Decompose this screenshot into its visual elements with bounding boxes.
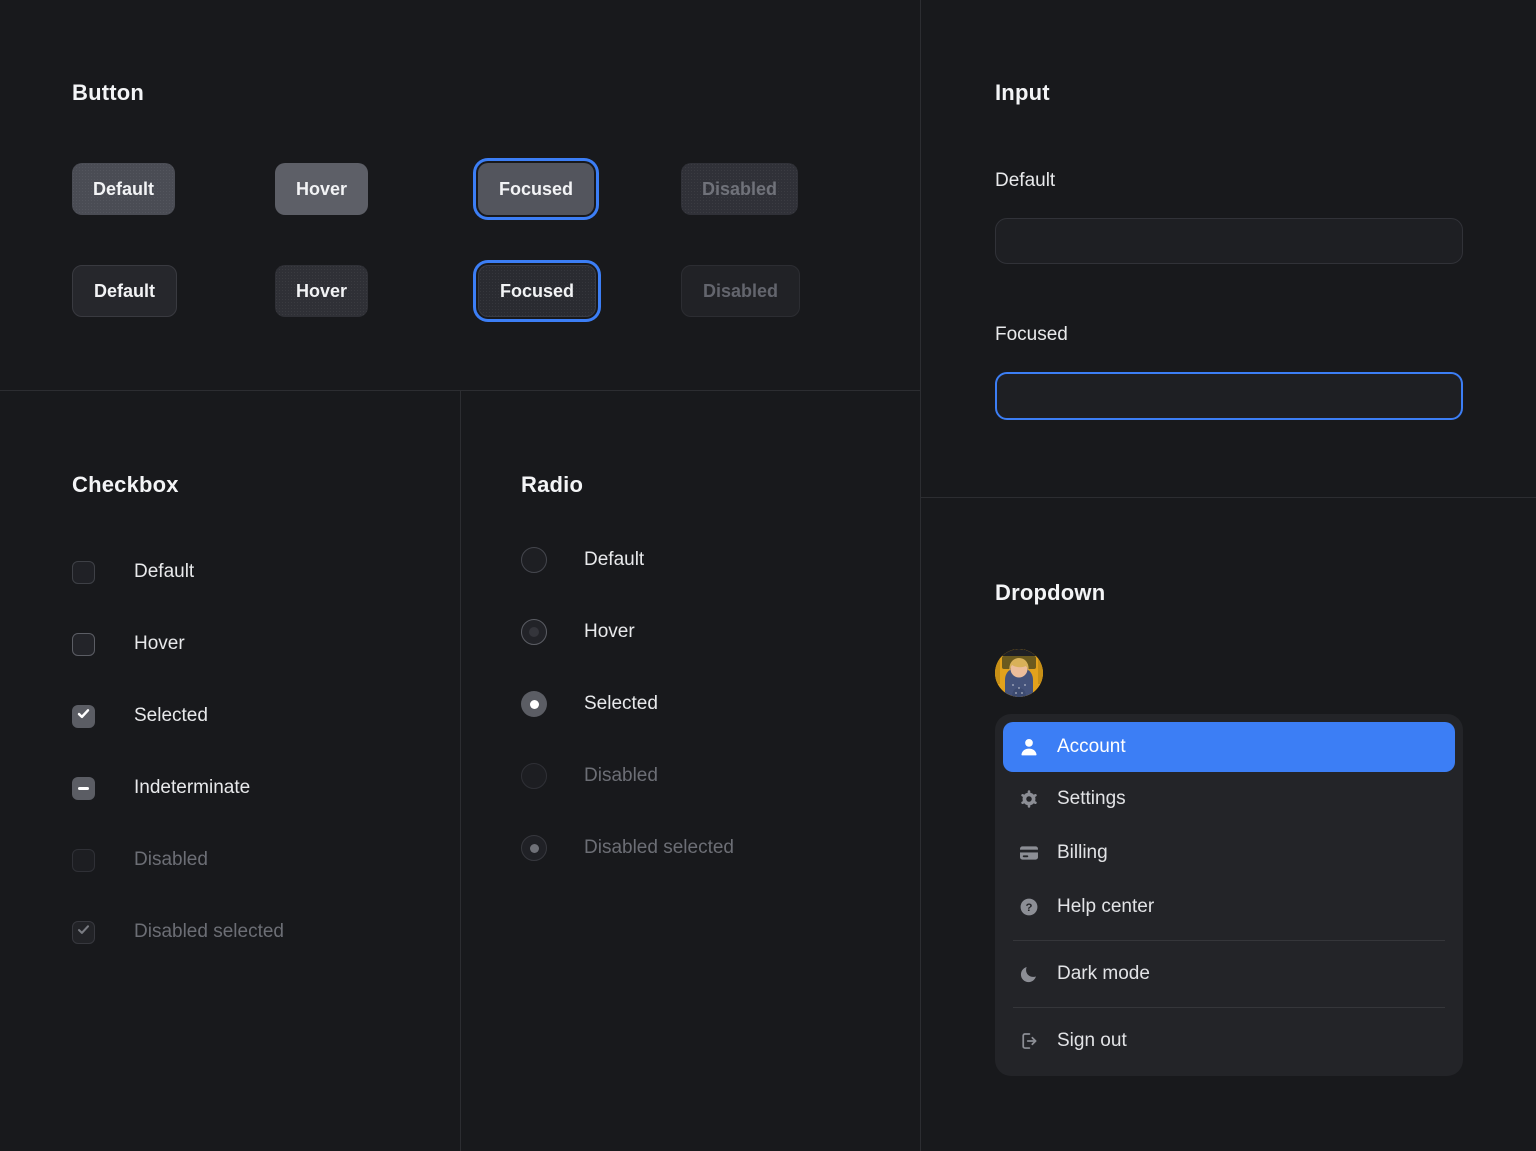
input-section: Input Default Focused (995, 80, 1463, 420)
checkbox-disabled-selected (72, 921, 95, 944)
checkbox-default[interactable] (72, 561, 95, 584)
user-avatar[interactable] (995, 649, 1043, 697)
gear-icon (1018, 788, 1040, 810)
menu-item-label: Account (1057, 736, 1126, 758)
menu-item-account[interactable]: Account (1003, 722, 1455, 772)
section-title-checkbox: Checkbox (72, 472, 284, 498)
checkbox-row-hover: Hover (72, 632, 284, 656)
menu-divider (1013, 1007, 1445, 1008)
button-ghost-hover[interactable]: Hover (275, 265, 368, 317)
button-ghost-disabled: Disabled (681, 265, 800, 317)
checkbox-row-disabled-selected: Disabled selected (72, 920, 284, 944)
radio-row-selected: Selected (521, 691, 734, 717)
checkbox-row-selected: Selected (72, 704, 284, 728)
menu-item-label: Billing (1057, 842, 1108, 864)
dash-icon (78, 787, 89, 790)
radio-hover[interactable] (521, 619, 547, 645)
check-icon (76, 922, 91, 942)
checkbox-label: Hover (134, 633, 185, 655)
checkbox-indeterminate[interactable] (72, 777, 95, 800)
avatar-image (995, 649, 1043, 697)
radio-disabled-selected (521, 835, 547, 861)
text-input-focused[interactable] (995, 372, 1463, 420)
moon-icon (1018, 963, 1040, 985)
button-section: Button Default Hover Focused Disabled De… (72, 80, 884, 317)
radio-list: Default Hover Selected Disabled Disabled… (521, 547, 734, 861)
credit-card-icon (1018, 842, 1040, 864)
menu-item-settings[interactable]: Settings (1003, 772, 1455, 826)
menu-item-billing[interactable]: Billing (1003, 826, 1455, 880)
button-solid-disabled: Disabled (681, 163, 798, 215)
component-showcase: Button Default Hover Focused Disabled De… (0, 0, 1536, 1151)
section-title-input: Input (995, 80, 1463, 106)
dropdown-section: Dropdown (995, 580, 1463, 1076)
radio-row-hover: Hover (521, 619, 734, 645)
checkbox-label: Disabled (134, 849, 208, 871)
input-label-default: Default (995, 170, 1463, 192)
sign-out-icon (1018, 1030, 1040, 1052)
radio-default[interactable] (521, 547, 547, 573)
button-solid-hover[interactable]: Hover (275, 163, 368, 215)
menu-item-help-center[interactable]: ? Help center (1003, 880, 1455, 934)
section-title-button: Button (72, 80, 884, 106)
checkbox-label: Disabled selected (134, 921, 284, 943)
input-label-focused: Focused (995, 324, 1463, 346)
radio-dot (530, 700, 539, 709)
checkbox-disabled (72, 849, 95, 872)
menu-divider (1013, 940, 1445, 941)
radio-row-disabled: Disabled (521, 763, 734, 789)
menu-item-label: Help center (1057, 896, 1154, 918)
radio-row-default: Default (521, 547, 734, 573)
menu-item-dark-mode[interactable]: Dark mode (1003, 947, 1455, 1001)
radio-label: Disabled selected (584, 837, 734, 859)
divider-vertical-left (460, 390, 461, 1151)
checkbox-hover[interactable] (72, 633, 95, 656)
checkbox-row-disabled: Disabled (72, 848, 284, 872)
svg-text:?: ? (1026, 902, 1033, 914)
radio-label: Default (584, 549, 644, 571)
help-circle-icon: ? (1018, 896, 1040, 918)
text-input-default[interactable] (995, 218, 1463, 264)
button-solid-focused[interactable]: Focused (478, 163, 594, 215)
radio-disabled (521, 763, 547, 789)
checkbox-section: Checkbox Default Hover Selected In (72, 472, 284, 992)
button-ghost-default[interactable]: Default (72, 265, 177, 317)
menu-item-label: Sign out (1057, 1030, 1127, 1052)
checkbox-list: Default Hover Selected Indeterminate (72, 560, 284, 944)
checkbox-row-default: Default (72, 560, 284, 584)
radio-dot (529, 627, 539, 637)
section-title-radio: Radio (521, 472, 734, 498)
radio-label: Selected (584, 693, 658, 715)
radio-section: Radio Default Hover Selected Disabled Di… (521, 472, 734, 907)
check-icon (76, 706, 91, 726)
checkbox-label: Selected (134, 705, 208, 727)
checkbox-row-indeterminate: Indeterminate (72, 776, 284, 800)
checkbox-label: Indeterminate (134, 777, 250, 799)
button-ghost-focused[interactable]: Focused (478, 265, 596, 317)
button-solid-default[interactable]: Default (72, 163, 175, 215)
section-title-dropdown: Dropdown (995, 580, 1463, 606)
radio-label: Disabled (584, 765, 658, 787)
checkbox-selected[interactable] (72, 705, 95, 728)
radio-row-disabled-selected: Disabled selected (521, 835, 734, 861)
radio-dot (530, 844, 539, 853)
person-icon (1018, 736, 1040, 758)
checkbox-label: Default (134, 561, 194, 583)
menu-item-label: Dark mode (1057, 963, 1150, 985)
button-grid: Default Hover Focused Disabled Default H… (72, 163, 884, 317)
menu-item-label: Settings (1057, 788, 1126, 810)
radio-label: Hover (584, 621, 635, 643)
divider-horizontal-right (921, 497, 1536, 498)
radio-selected[interactable] (521, 691, 547, 717)
dropdown-menu: Account Settings Billing ? Help center (995, 714, 1463, 1076)
divider-vertical-main (920, 0, 921, 1151)
menu-item-sign-out[interactable]: Sign out (1003, 1014, 1455, 1068)
